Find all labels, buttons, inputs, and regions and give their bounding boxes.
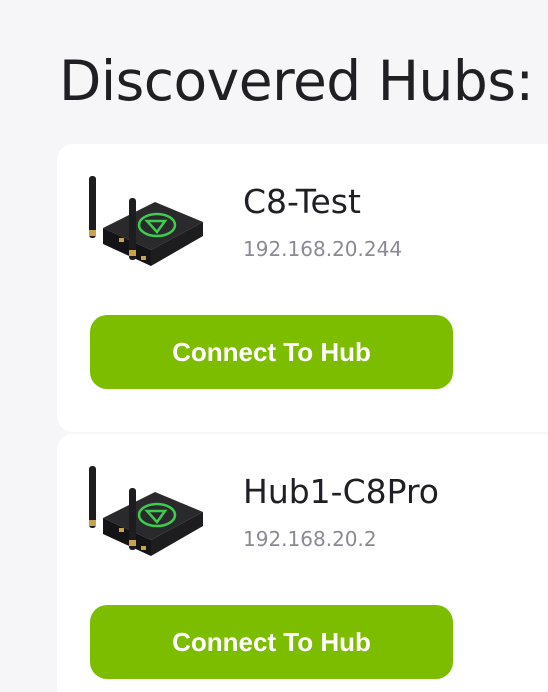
hub-ip-address: 192.168.20.2	[243, 527, 377, 551]
hub-device-icon	[89, 466, 203, 556]
hub-ip-address: 192.168.20.244	[243, 237, 403, 261]
hub-device-icon	[89, 176, 203, 266]
discovered-hubs-page: Discovered Hubs: C8-Test 192.168.20.244 …	[0, 0, 548, 692]
hub-name: Hub1-C8Pro	[243, 472, 439, 511]
page-title: Discovered Hubs:	[59, 49, 534, 113]
hub-name: C8-Test	[243, 182, 361, 221]
hub-card: Hub1-C8Pro 192.168.20.2 Connect To Hub	[57, 434, 548, 692]
connect-to-hub-button[interactable]: Connect To Hub	[90, 605, 453, 679]
connect-to-hub-button[interactable]: Connect To Hub	[90, 315, 453, 389]
hub-card: C8-Test 192.168.20.244 Connect To Hub	[57, 144, 548, 432]
